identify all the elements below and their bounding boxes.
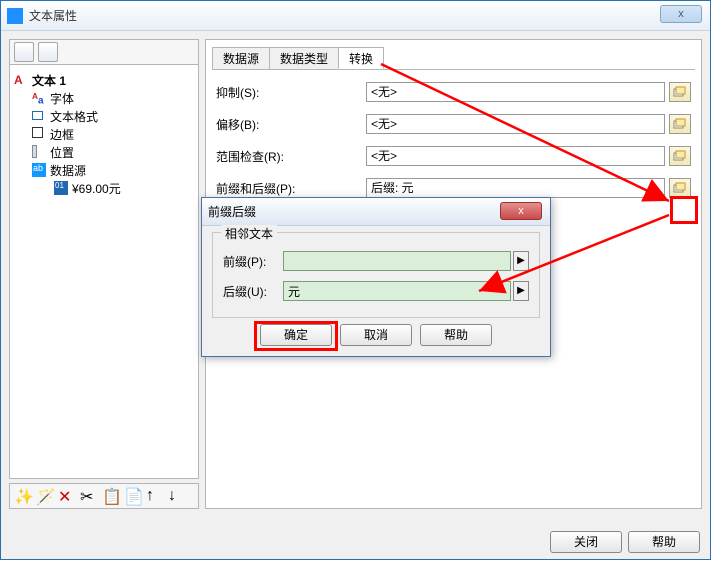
row-range: 范围检查(R): <无> (216, 144, 691, 168)
border-icon (32, 127, 46, 141)
ruler-icon (32, 145, 46, 159)
offset-picker-button[interactable] (669, 114, 691, 134)
wand-icon[interactable]: ✨ (14, 487, 32, 505)
tab-datatype[interactable]: 数据类型 (269, 47, 339, 69)
data-icon: 01 (54, 181, 68, 195)
row-suppress: 抑制(S): <无> (216, 80, 691, 104)
tree-item-font[interactable]: Aa 字体 (14, 89, 194, 107)
main-window: 文本属性 x A 文本 1 Aa 字体 (0, 0, 711, 560)
prefixsuffix-label: 前缀和后缀(P): (216, 180, 366, 197)
main-help-button[interactable]: 帮助 (628, 531, 700, 553)
main-close-button[interactable]: 关闭 (550, 531, 622, 553)
prefixsuffix-value[interactable]: 后缀: 元 (366, 178, 665, 198)
tree-item-label: 边框 (50, 126, 74, 143)
range-label: 范围检查(R): (216, 148, 366, 165)
left-bottom-toolbar: ✨ 🪄 ✕ ✂ 📋 📄 ↑ ↓ (9, 483, 199, 509)
tree-item-label: 数据源 (50, 162, 86, 179)
prefix-label: 前缀(P): (223, 253, 283, 270)
left-top-toolbar (9, 39, 199, 65)
font-icon: Aa (32, 91, 46, 105)
titlebar: 文本属性 x (1, 1, 710, 31)
tree-item-position[interactable]: 位置 (14, 143, 194, 161)
offset-label: 偏移(B): (216, 116, 366, 133)
tree-item-label: ¥69.00元 (72, 180, 121, 197)
prefix-arrow-button[interactable]: ▶ (513, 251, 529, 271)
tab-datasource[interactable]: 数据源 (212, 47, 270, 69)
main-bottom-buttons: 关闭 帮助 (550, 531, 700, 553)
tree-item-datasource[interactable]: ab 数据源 (14, 161, 194, 179)
suppress-label: 抑制(S): (216, 84, 366, 101)
up-icon[interactable]: ↑ (146, 487, 164, 505)
suppress-value[interactable]: <无> (366, 82, 665, 102)
range-value[interactable]: <无> (366, 146, 665, 166)
tree-item-label: 字体 (50, 90, 74, 107)
toolbar-button-2[interactable] (38, 42, 58, 62)
paste-icon[interactable]: 📄 (124, 487, 142, 505)
window-close-button[interactable]: x (660, 5, 702, 23)
suppress-picker-button[interactable] (669, 82, 691, 102)
suffix-arrow-button[interactable]: ▶ (513, 281, 529, 301)
dialog-help-button[interactable]: 帮助 (420, 324, 492, 346)
cut-icon[interactable]: ✂ (80, 487, 98, 505)
tab-convert[interactable]: 转换 (338, 47, 384, 69)
copy-icon[interactable]: 📋 (102, 487, 120, 505)
app-icon (7, 8, 23, 24)
dialog-ok-button[interactable]: 确定 (260, 324, 332, 346)
tree-root-label: 文本 1 (32, 72, 66, 89)
property-tree[interactable]: A 文本 1 Aa 字体 文本格式 边框 (9, 65, 199, 479)
dialog-titlebar: 前缀后缀 x (202, 198, 550, 226)
offset-value[interactable]: <无> (366, 114, 665, 134)
dialog-group: 相邻文本 前缀(P): ▶ 后缀(U): ▶ (212, 232, 540, 318)
convert-form: 抑制(S): <无> 偏移(B): <无> 范围检查(R): <无> (212, 70, 695, 212)
delete-icon[interactable]: ✕ (58, 487, 76, 505)
down-icon[interactable]: ↓ (168, 487, 186, 505)
left-column: A 文本 1 Aa 字体 文本格式 边框 (9, 39, 199, 509)
window-title: 文本属性 (29, 7, 77, 24)
tab-strip: 数据源 数据类型 转换 (212, 46, 695, 70)
dialog-cancel-button[interactable]: 取消 (340, 324, 412, 346)
prefixsuffix-picker-button[interactable] (669, 178, 691, 198)
range-picker-button[interactable] (669, 146, 691, 166)
dialog-row-prefix: 前缀(P): ▶ (223, 249, 529, 273)
suffix-input[interactable] (283, 281, 511, 301)
toolbar-button-1[interactable] (14, 42, 34, 62)
datasource-icon: ab (32, 163, 46, 177)
dialog-title: 前缀后缀 (208, 203, 256, 220)
text-icon: A (14, 73, 28, 87)
row-offset: 偏移(B): <无> (216, 112, 691, 136)
tree-item-value[interactable]: 01 ¥69.00元 (14, 179, 194, 197)
prefix-input[interactable] (283, 251, 511, 271)
format-icon (32, 109, 46, 123)
tree-item-label: 文本格式 (50, 108, 98, 125)
tree-item-label: 位置 (50, 144, 74, 161)
tree-root[interactable]: A 文本 1 (14, 71, 194, 89)
tree-item-format[interactable]: 文本格式 (14, 107, 194, 125)
dialog-legend: 相邻文本 (221, 225, 277, 242)
magic-icon[interactable]: 🪄 (36, 487, 54, 505)
prefixsuffix-dialog: 前缀后缀 x 相邻文本 前缀(P): ▶ 后缀(U): ▶ 确定 取消 帮助 (201, 197, 551, 357)
dialog-row-suffix: 后缀(U): ▶ (223, 279, 529, 303)
dialog-close-button[interactable]: x (500, 202, 542, 220)
tree-item-border[interactable]: 边框 (14, 125, 194, 143)
dialog-button-row: 确定 取消 帮助 (202, 322, 550, 354)
suffix-label: 后缀(U): (223, 283, 283, 300)
